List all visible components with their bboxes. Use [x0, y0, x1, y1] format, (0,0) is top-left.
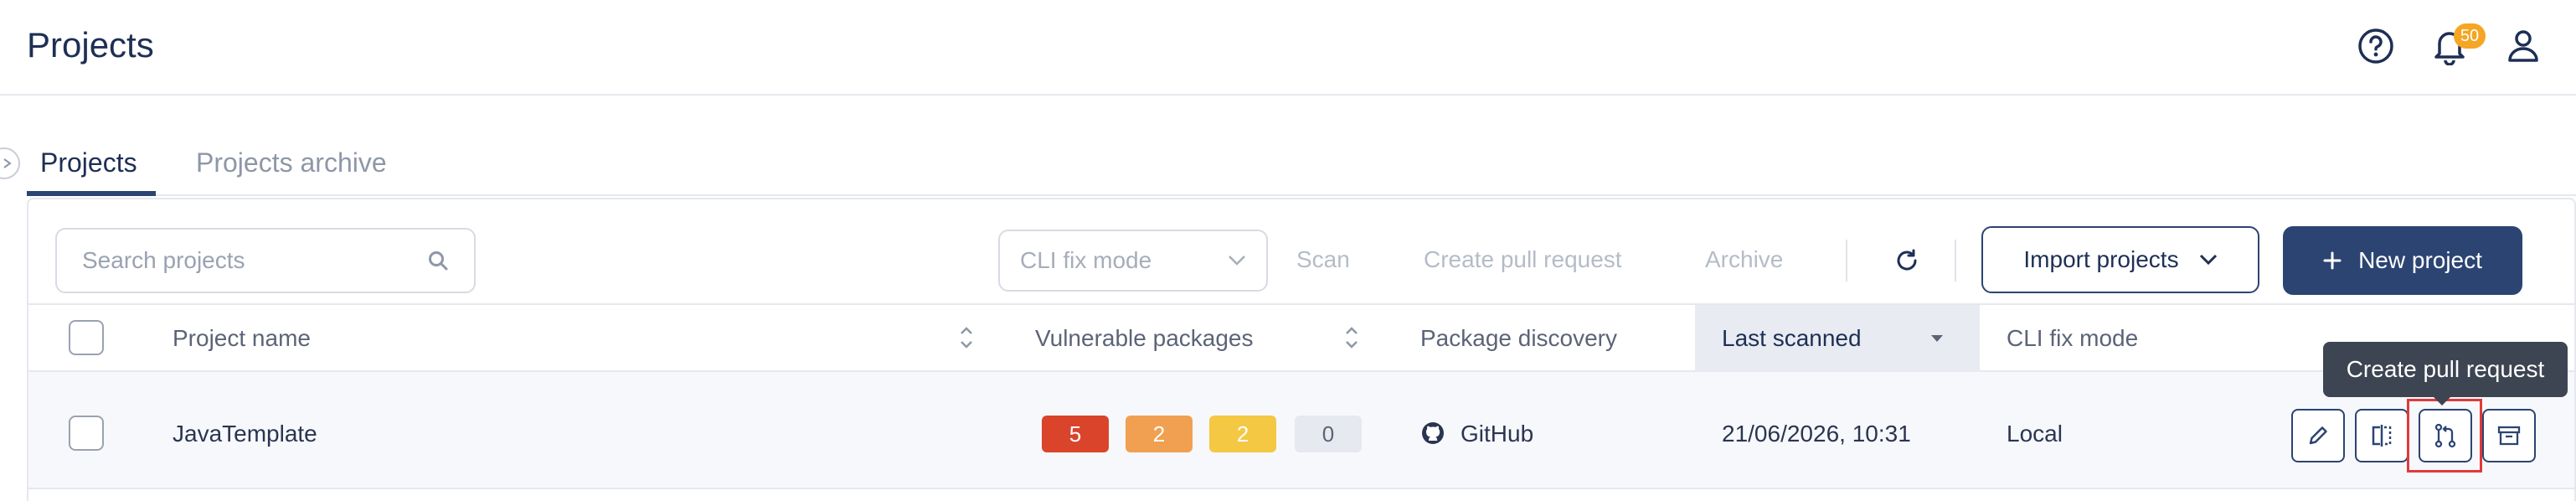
- import-projects-label: Import projects: [2023, 246, 2179, 272]
- tab-projects-archive[interactable]: Projects archive: [196, 147, 387, 178]
- page-title: Projects: [27, 25, 154, 65]
- scan-button[interactable]: Scan: [1296, 246, 1350, 273]
- search-input[interactable]: Search projects: [55, 228, 476, 293]
- refresh-icon: [1897, 249, 1917, 271]
- github-icon: [1422, 422, 1444, 444]
- medium-count-badge: 2: [1209, 416, 1276, 452]
- notification-count-badge: 50: [2454, 23, 2486, 49]
- cli-fix-mode-select[interactable]: CLI fix mode: [998, 230, 1268, 292]
- column-header-vulnerable-packages[interactable]: Vulnerable packages: [1035, 305, 1253, 372]
- last-scanned-label: Last scanned: [1722, 325, 1862, 351]
- sort-desc-icon: [1931, 335, 1943, 342]
- cli-fix-mode-placeholder: CLI fix mode: [1020, 247, 1152, 273]
- archive-button[interactable]: Archive: [1705, 246, 1783, 273]
- package-discovery-value: GitHub: [1461, 421, 1534, 447]
- table-header: [28, 303, 2574, 372]
- chevron-down-icon: [1229, 256, 1245, 266]
- import-projects-button[interactable]: Import projects: [1981, 226, 2259, 293]
- sidebar-expand-handle[interactable]: [0, 147, 20, 179]
- column-header-package-discovery[interactable]: Package discovery: [1420, 305, 1617, 372]
- low-count-badge: 0: [1295, 416, 1362, 452]
- new-project-label: New project: [2358, 247, 2482, 273]
- active-tab-indicator: [27, 191, 156, 196]
- create-pull-request-button[interactable]: Create pull request: [1424, 246, 1622, 273]
- archive-row-button[interactable]: [2482, 409, 2536, 462]
- search-icon: [429, 251, 448, 271]
- tooltip: Create pull request: [2323, 342, 2568, 397]
- toolbar-divider: [1846, 240, 1847, 281]
- tab-projects[interactable]: Projects: [40, 147, 137, 178]
- split-view-icon: [2372, 425, 2392, 447]
- row-checkbox[interactable]: [69, 416, 104, 451]
- edit-button[interactable]: [2291, 409, 2345, 462]
- chevron-down-icon: [2199, 254, 2217, 266]
- column-header-cli-fix-mode[interactable]: CLI fix mode: [2007, 305, 2138, 372]
- focus-highlight: [2407, 399, 2482, 473]
- toolbar-divider: [1955, 240, 1956, 281]
- help-icon[interactable]: [2355, 25, 2397, 67]
- tab-bar: Projects Projects archive: [27, 134, 2576, 196]
- sort-icon[interactable]: [1343, 323, 1360, 352]
- archive-icon: [2497, 426, 2521, 446]
- sort-icon[interactable]: [958, 323, 975, 352]
- compare-button[interactable]: [2355, 409, 2409, 462]
- refresh-button[interactable]: [1884, 238, 1929, 283]
- tooltip-arrow: [2432, 395, 2452, 405]
- chevron-right-icon: [3, 158, 12, 168]
- critical-count-badge: 5: [1042, 416, 1109, 452]
- top-bar: Projects 50: [0, 0, 2576, 96]
- new-project-button[interactable]: New project: [2283, 226, 2522, 295]
- search-placeholder: Search projects: [82, 247, 245, 273]
- select-all-checkbox[interactable]: [69, 320, 104, 355]
- plus-icon: [2323, 251, 2342, 270]
- user-icon[interactable]: [2502, 25, 2544, 67]
- pencil-icon: [2309, 426, 2327, 445]
- cli-fix-mode-value: Local: [2007, 421, 2063, 447]
- last-scanned-value: 21/06/2026, 10:31: [1722, 421, 1911, 447]
- high-count-badge: 2: [1126, 416, 1193, 452]
- column-header-project-name[interactable]: Project name: [173, 305, 311, 372]
- project-name[interactable]: JavaTemplate: [173, 421, 317, 447]
